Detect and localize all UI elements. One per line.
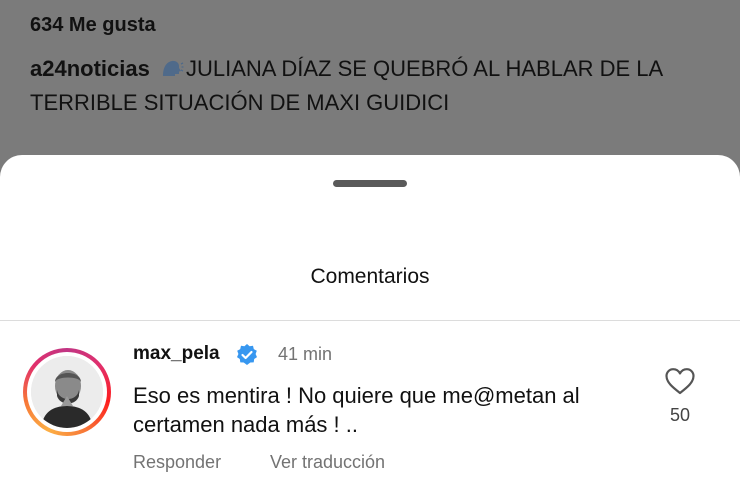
speaking-head-icon	[160, 56, 184, 80]
avatar[interactable]	[23, 348, 111, 436]
comments-sheet: Comentarios max_pela 41 min Eso es menti…	[0, 155, 740, 482]
sheet-divider	[0, 320, 740, 321]
sheet-title: Comentarios	[310, 265, 430, 288]
post-likes-count[interactable]: 634 Me gusta	[30, 14, 156, 37]
sheet-drag-handle[interactable]	[333, 180, 407, 187]
comment-timestamp: 41 min	[278, 344, 333, 364]
verified-badge-icon	[237, 344, 257, 365]
post-author[interactable]: a24noticias	[30, 56, 150, 81]
reply-button[interactable]: Responder	[133, 452, 221, 473]
comment-text: Eso es mentira ! No quiere que me@metan …	[133, 383, 580, 437]
comment-username[interactable]: max_pela	[133, 343, 220, 365]
post-caption: a24noticias JULIANA DÍAZ SE QUEBRÓ AL HA…	[30, 52, 720, 120]
avatar-photo	[31, 356, 103, 428]
heart-icon[interactable]	[664, 367, 696, 395]
comment-like-count: 50	[669, 405, 691, 425]
see-translation-button[interactable]: Ver traducción	[270, 452, 385, 473]
